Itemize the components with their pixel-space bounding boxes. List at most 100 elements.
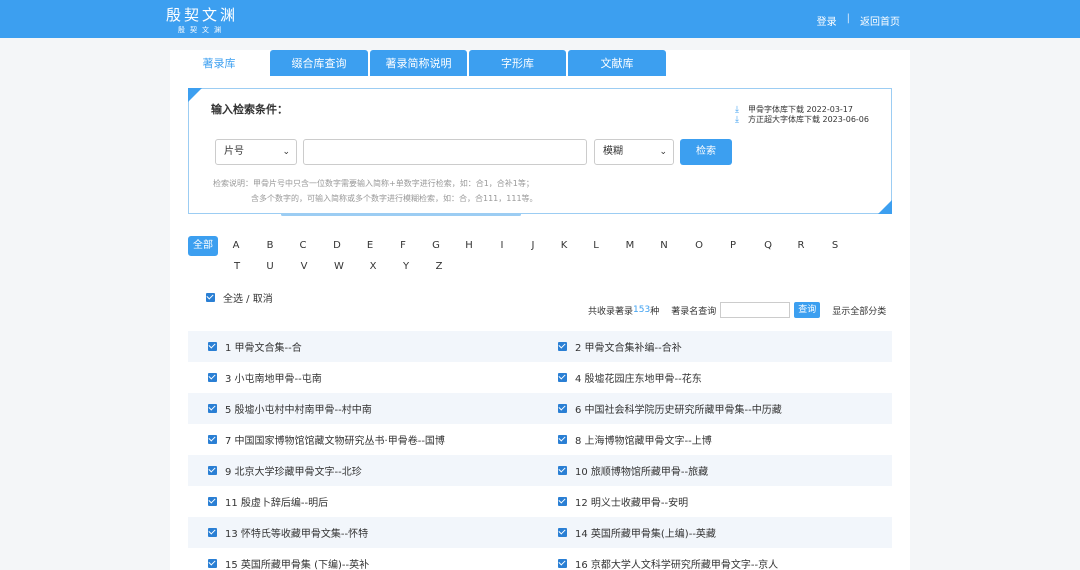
download-links: ⤓ 甲骨字体库下载 2022-03-17 ⤓ 方正超大字体库下载 2023-06…: [735, 105, 869, 125]
letter-p[interactable]: P: [718, 236, 748, 256]
list-item-label[interactable]: 7 中国国家博物馆馆藏文物研究丛书·甲骨卷--国博: [225, 432, 445, 447]
list-item[interactable]: 12 明义士收藏甲骨--安明: [558, 486, 688, 517]
checkbox[interactable]: [208, 559, 217, 568]
letter-g[interactable]: G: [421, 236, 451, 256]
letter-a[interactable]: A: [221, 236, 251, 256]
tab-catalog[interactable]: 著录库: [170, 50, 268, 76]
letter-l[interactable]: L: [581, 236, 611, 256]
tab-literature[interactable]: 文献库: [568, 50, 666, 76]
list-item-label[interactable]: 16 京都大学人文科学研究所藏甲骨文字--京人: [575, 556, 778, 570]
search-title: 输入检索条件：: [211, 103, 288, 116]
list-item[interactable]: 6 中国社会科学院历史研究所藏甲骨集--中历藏: [558, 393, 782, 424]
list-item[interactable]: 2 甲骨文合集补编--合补: [558, 331, 682, 362]
checkbox[interactable]: [558, 559, 567, 568]
letter-i[interactable]: I: [487, 236, 517, 256]
letter-r[interactable]: R: [786, 236, 816, 256]
checkbox[interactable]: [206, 293, 215, 302]
tab-glyph[interactable]: 字形库: [469, 50, 566, 76]
list-item[interactable]: 9 北京大学珍藏甲骨文字--北珍: [208, 455, 362, 486]
checkbox[interactable]: [208, 466, 217, 475]
field-select[interactable]: 片号 ⌄: [215, 139, 297, 165]
search-button[interactable]: 检索: [680, 139, 732, 165]
checkbox[interactable]: [558, 342, 567, 351]
letter-e[interactable]: E: [355, 236, 385, 256]
list-item-label[interactable]: 9 北京大学珍藏甲骨文字--北珍: [225, 463, 362, 478]
letter-u[interactable]: U: [255, 257, 285, 277]
list-item-label[interactable]: 5 殷墟小屯村中村南甲骨--村中南: [225, 401, 372, 416]
letter-c[interactable]: C: [288, 236, 318, 256]
list-item-label[interactable]: 10 旅顺博物馆所藏甲骨--旅藏: [575, 463, 708, 478]
letter-k[interactable]: K: [549, 236, 579, 256]
letter-m[interactable]: M: [615, 236, 645, 256]
list-item-label[interactable]: 12 明义士收藏甲骨--安明: [575, 494, 688, 509]
home-link[interactable]: 返回首页: [860, 13, 900, 28]
checkbox[interactable]: [208, 497, 217, 506]
checkbox[interactable]: [558, 497, 567, 506]
letter-d[interactable]: D: [322, 236, 352, 256]
decoration-line: [281, 213, 521, 216]
list-item-label[interactable]: 1 甲骨文合集--合: [225, 339, 302, 354]
name-query-input[interactable]: [720, 302, 791, 318]
list-item-label[interactable]: 14 英国所藏甲骨集(上编)--英藏: [575, 525, 716, 540]
list-item-label[interactable]: 13 怀特氏等收藏甲骨文集--怀特: [225, 525, 368, 540]
letter-o[interactable]: O: [684, 236, 714, 256]
checkbox[interactable]: [208, 342, 217, 351]
list-item[interactable]: 4 殷墟花园庄东地甲骨--花东: [558, 362, 702, 393]
show-all-link[interactable]: 显示全部分类: [832, 304, 886, 317]
checkbox[interactable]: [208, 435, 217, 444]
letter-y[interactable]: Y: [391, 257, 421, 277]
letter-z[interactable]: Z: [424, 257, 454, 277]
list-item[interactable]: 5 殷墟小屯村中村南甲骨--村中南: [208, 393, 372, 424]
list-item[interactable]: 16 京都大学人文科学研究所藏甲骨文字--京人: [558, 548, 778, 570]
tab-join-query[interactable]: 缀合库查询: [270, 50, 368, 76]
letter-x[interactable]: X: [358, 257, 388, 277]
letter-f[interactable]: F: [388, 236, 418, 256]
checkbox[interactable]: [208, 373, 217, 382]
checkbox[interactable]: [208, 528, 217, 537]
list-item[interactable]: 14 英国所藏甲骨集(上编)--英藏: [558, 517, 716, 548]
letter-b[interactable]: B: [255, 236, 285, 256]
letter-w[interactable]: W: [324, 257, 354, 277]
list-item-label[interactable]: 8 上海博物馆藏甲骨文字--上博: [575, 432, 712, 447]
list-item-label[interactable]: 3 小屯南地甲骨--屯南: [225, 370, 322, 385]
list-item[interactable]: 8 上海博物馆藏甲骨文字--上博: [558, 424, 712, 455]
site-logo[interactable]: 殷契文渊 殷契文渊: [166, 4, 246, 34]
list-item[interactable]: 11 殷虚卜辞后编--明后: [208, 486, 328, 517]
field-select-value: 片号: [224, 146, 244, 157]
letter-s[interactable]: S: [820, 236, 850, 256]
list-item[interactable]: 1 甲骨文合集--合: [208, 331, 302, 362]
checkbox[interactable]: [558, 466, 567, 475]
checkbox[interactable]: [558, 404, 567, 413]
list-item-label[interactable]: 2 甲骨文合集补编--合补: [575, 339, 682, 354]
list-item-label[interactable]: 15 英国所藏甲骨集 (下编)--英补: [225, 556, 369, 570]
letter-j[interactable]: J: [518, 236, 548, 256]
letter-v[interactable]: V: [289, 257, 319, 277]
checkbox[interactable]: [558, 528, 567, 537]
list-item[interactable]: 10 旅顺博物馆所藏甲骨--旅藏: [558, 455, 708, 486]
search-input[interactable]: [303, 139, 587, 165]
letter-h[interactable]: H: [454, 236, 484, 256]
download-fangzheng-font[interactable]: ⤓ 方正超大字体库下载 2023-06-06: [735, 115, 869, 125]
list-item[interactable]: 13 怀特氏等收藏甲骨文集--怀特: [208, 517, 368, 548]
list-item[interactable]: 3 小屯南地甲骨--屯南: [208, 362, 322, 393]
corner-decoration: [878, 200, 892, 214]
letter-t[interactable]: T: [222, 257, 252, 277]
tab-abbreviation[interactable]: 著录简称说明: [370, 50, 467, 76]
letter-n[interactable]: N: [649, 236, 679, 256]
login-link[interactable]: 登录: [817, 13, 837, 28]
list-item-label[interactable]: 6 中国社会科学院历史研究所藏甲骨集--中历藏: [575, 401, 782, 416]
query-button[interactable]: 查询: [794, 302, 821, 318]
mode-select[interactable]: 模糊 ⌄: [594, 139, 674, 165]
checkbox[interactable]: [558, 435, 567, 444]
list-item[interactable]: 15 英国所藏甲骨集 (下编)--英补: [208, 548, 369, 570]
checkbox[interactable]: [558, 373, 567, 382]
count-suffix: 种: [650, 306, 660, 317]
checkbox[interactable]: [208, 404, 217, 413]
list-item-label[interactable]: 11 殷虚卜辞后编--明后: [225, 494, 328, 509]
download-jiagu-font[interactable]: ⤓ 甲骨字体库下载 2022-03-17: [735, 105, 869, 115]
list-item-label[interactable]: 4 殷墟花园庄东地甲骨--花东: [575, 370, 702, 385]
list-item[interactable]: 7 中国国家博物馆馆藏文物研究丛书·甲骨卷--国博: [208, 424, 445, 455]
letter-all[interactable]: 全部: [188, 236, 218, 256]
select-all[interactable]: 全选 / 取消: [206, 290, 273, 305]
letter-q[interactable]: Q: [753, 236, 783, 256]
